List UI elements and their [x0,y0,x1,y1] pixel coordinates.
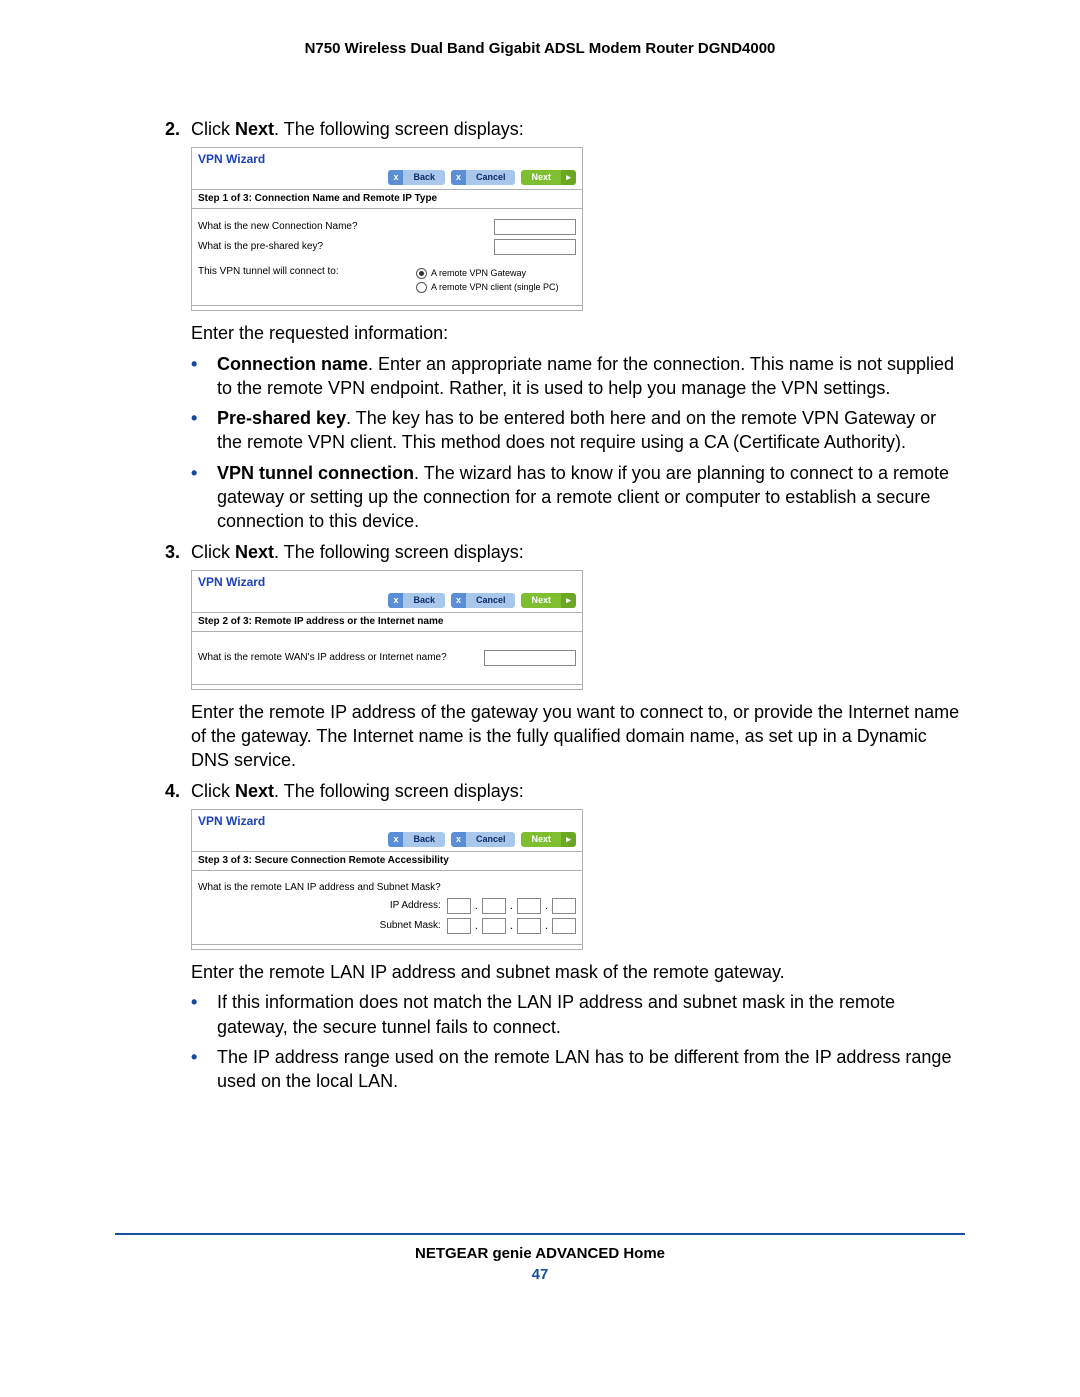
step-2: 2. Click Next. The following screen disp… [165,117,965,141]
step-text: Click Next. The following screen display… [191,540,965,564]
paragraph: Enter the requested information: [191,321,965,345]
close-icon: x [451,170,466,185]
paragraph: Enter the remote IP address of the gatew… [191,700,965,773]
wizard-step-header: Step 3 of 3: Secure Connection Remote Ac… [192,852,582,871]
back-button[interactable]: xBack [388,593,445,608]
connection-name-input[interactable] [494,219,576,235]
text: Click [191,119,235,139]
step-number: 2. [165,117,191,141]
field-label: What is the remote WAN's IP address or I… [198,651,484,665]
radio-label: A remote VPN client (single PC) [431,281,559,293]
bullet-text: Connection name. Enter an appropriate na… [217,352,965,401]
bullet-icon: • [191,990,217,1039]
button-label: Next [521,832,561,847]
bullet-icon: • [191,406,217,455]
arrow-right-icon: ▸ [561,593,576,608]
bold-next: Next [235,542,274,562]
radio-remote-client[interactable] [416,282,427,293]
vpn-wizard-step3: VPN Wizard xBack xCancel Next▸ Step 3 of… [191,809,583,950]
text: . The following screen displays: [274,119,524,139]
cancel-button[interactable]: xCancel [451,832,516,847]
cancel-button[interactable]: xCancel [451,170,516,185]
mask-label: Subnet Mask: [380,919,441,933]
text: . The following screen displays: [274,781,524,801]
field-label: What is the remote LAN IP address and Su… [198,881,576,895]
button-label: Next [521,170,561,185]
step-number: 4. [165,779,191,803]
button-label: Back [403,170,445,185]
preshared-key-input[interactable] [494,239,576,255]
text: . The following screen displays: [274,542,524,562]
remote-wan-input[interactable] [484,650,576,666]
ip-label: IP Address: [390,899,441,913]
text: Click [191,542,235,562]
button-label: Back [403,593,445,608]
vpn-wizard-step1: VPN Wizard xBack xCancel Next▸ Step 1 of… [191,147,583,311]
step-number: 3. [165,540,191,564]
wizard-title: VPN Wizard [192,810,582,829]
back-button[interactable]: xBack [388,170,445,185]
field-label: What is the pre-shared key? [198,240,494,254]
close-icon: x [388,593,403,608]
bullet-icon: • [191,352,217,401]
paragraph: Enter the remote LAN IP address and subn… [191,960,965,984]
wizard-title: VPN Wizard [192,571,582,590]
footer-rule [115,1233,965,1235]
button-label: Cancel [466,832,516,847]
step-text: Click Next. The following screen display… [191,117,965,141]
next-button[interactable]: Next▸ [521,170,576,185]
field-label: This VPN tunnel will connect to: [198,265,416,279]
document-header: N750 Wireless Dual Band Gigabit ADSL Mod… [115,40,965,57]
bullet-text: The IP address range used on the remote … [217,1045,965,1094]
content-area: 2. Click Next. The following screen disp… [165,117,965,1093]
arrow-right-icon: ▸ [561,170,576,185]
next-button[interactable]: Next▸ [521,593,576,608]
bullet-text: Pre-shared key. The key has to be entere… [217,406,965,455]
subnet-mask-input[interactable]: ... [447,918,576,934]
next-button[interactable]: Next▸ [521,832,576,847]
bold-next: Next [235,119,274,139]
bullet-icon: • [191,461,217,534]
button-label: Cancel [466,593,516,608]
field-label: What is the new Connection Name? [198,220,494,234]
page-number: 47 [115,1266,965,1283]
button-label: Cancel [466,170,516,185]
button-label: Next [521,593,561,608]
wizard-step-header: Step 2 of 3: Remote IP address or the In… [192,613,582,632]
footer-title: NETGEAR genie ADVANCED Home [115,1245,965,1262]
bullet-text: VPN tunnel connection. The wizard has to… [217,461,965,534]
bold-next: Next [235,781,274,801]
close-icon: x [388,832,403,847]
ip-address-input[interactable]: ... [447,898,576,914]
step-text: Click Next. The following screen display… [191,779,965,803]
text: Click [191,781,235,801]
wizard-step-header: Step 1 of 3: Connection Name and Remote … [192,190,582,209]
vpn-wizard-step2: VPN Wizard xBack xCancel Next▸ Step 2 of… [191,570,583,690]
arrow-right-icon: ▸ [561,832,576,847]
wizard-title: VPN Wizard [192,148,582,167]
close-icon: x [451,593,466,608]
bullet-text: If this information does not match the L… [217,990,965,1039]
close-icon: x [451,832,466,847]
back-button[interactable]: xBack [388,832,445,847]
radio-remote-gateway[interactable] [416,268,427,279]
close-icon: x [388,170,403,185]
button-label: Back [403,832,445,847]
bullet-icon: • [191,1045,217,1094]
cancel-button[interactable]: xCancel [451,593,516,608]
radio-label: A remote VPN Gateway [431,267,526,279]
step-3: 3. Click Next. The following screen disp… [165,540,965,564]
step-4: 4. Click Next. The following screen disp… [165,779,965,803]
